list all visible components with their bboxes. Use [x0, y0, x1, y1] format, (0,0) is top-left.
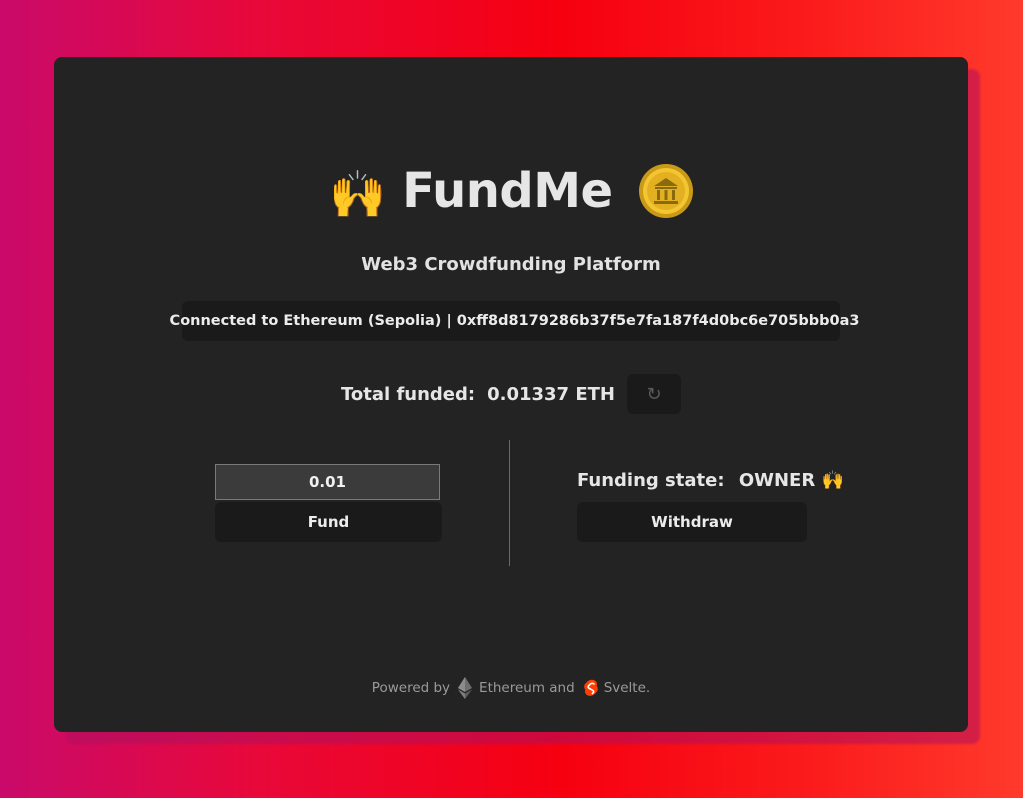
page-title: 🙌 FundMe — [54, 157, 968, 228]
refresh-icon: ↻ — [646, 383, 662, 405]
connection-status-text: Connected to Ethereum (Sepolia) | 0xff8d… — [169, 313, 860, 329]
refresh-button[interactable]: ↻ — [626, 374, 681, 414]
main-card: 🙌 FundMe Web3 Crowdfunding Platform Conn… — [54, 57, 968, 732]
footer: Powered by Ethereum and Svelte. — [54, 677, 968, 699]
fund-amount-input[interactable] — [215, 464, 440, 500]
total-funded-row: Total funded: 0.01337 ETH ↻ — [54, 374, 968, 414]
ethereum-icon — [458, 677, 473, 699]
ethereum-link[interactable]: Ethereum and — [479, 680, 575, 696]
svelte-icon — [583, 679, 598, 696]
app-title: FundMe — [402, 163, 613, 219]
svelte-link[interactable]: Svelte. — [604, 680, 651, 696]
total-funded-label: Total funded: — [341, 383, 476, 405]
page-subtitle: Web3 Crowdfunding Platform — [361, 254, 661, 275]
column-divider — [509, 440, 510, 566]
funding-state-value: OWNER 🙌 — [738, 470, 844, 491]
withdraw-button[interactable]: Withdraw — [577, 502, 807, 542]
fund-button[interactable]: Fund — [215, 502, 442, 542]
raised-hands-icon: 🙌 — [329, 167, 386, 221]
funding-state-label: Funding state: — [577, 470, 725, 491]
powered-by-text: Powered by — [371, 680, 451, 696]
connection-status: Connected to Ethereum (Sepolia) | 0xff8d… — [170, 301, 859, 341]
funding-state: Funding state: OWNER 🙌 — [577, 470, 844, 491]
coin-icon — [638, 164, 693, 218]
total-funded-value: 0.01337 ETH — [487, 383, 615, 405]
